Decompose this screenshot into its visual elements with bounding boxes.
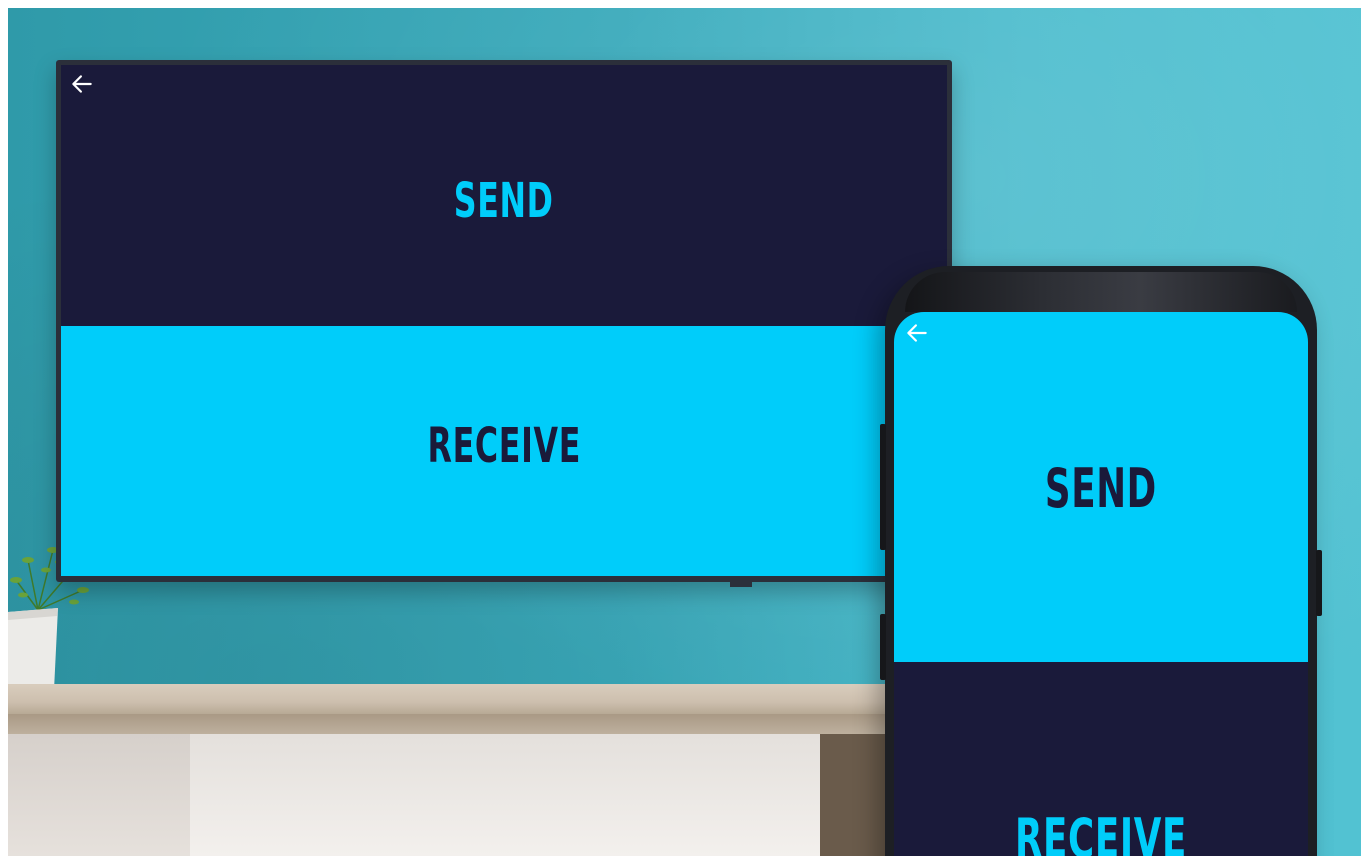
phone-receive-button[interactable]: RECEIVE — [894, 662, 1308, 856]
phone-screen: SEND RECEIVE — [894, 312, 1308, 856]
cabinet-dark-panel — [820, 734, 888, 856]
phone-volume-button — [880, 424, 886, 550]
cabinet-right — [190, 734, 820, 856]
tv-receive-button[interactable]: RECEIVE — [61, 326, 947, 576]
tv-phone-scene: SEND RECEIVE SEND RECEIVE — [8, 8, 1361, 856]
arrow-left-icon[interactable] — [904, 320, 930, 346]
cabinet-left — [8, 734, 190, 856]
tv-stand — [730, 581, 752, 587]
shelf-top — [8, 684, 888, 714]
tv-frame: SEND RECEIVE — [56, 60, 952, 582]
tv-send-label: SEND — [454, 172, 554, 229]
shelf-edge — [8, 714, 888, 734]
arrow-left-icon[interactable] — [69, 71, 95, 97]
tv-screen: SEND RECEIVE — [61, 65, 947, 576]
phone-top-bezel — [905, 272, 1297, 312]
phone-power-button — [1316, 550, 1322, 616]
phone-send-button[interactable]: SEND — [894, 312, 1308, 662]
tv-send-button[interactable]: SEND — [61, 65, 947, 326]
phone-send-label: SEND — [1044, 457, 1158, 520]
phone-bixby-button — [880, 614, 886, 680]
tv-receive-label: RECEIVE — [427, 418, 581, 474]
phone-frame: SEND RECEIVE — [880, 266, 1322, 856]
phone-receive-label: RECEIVE — [1014, 807, 1188, 856]
